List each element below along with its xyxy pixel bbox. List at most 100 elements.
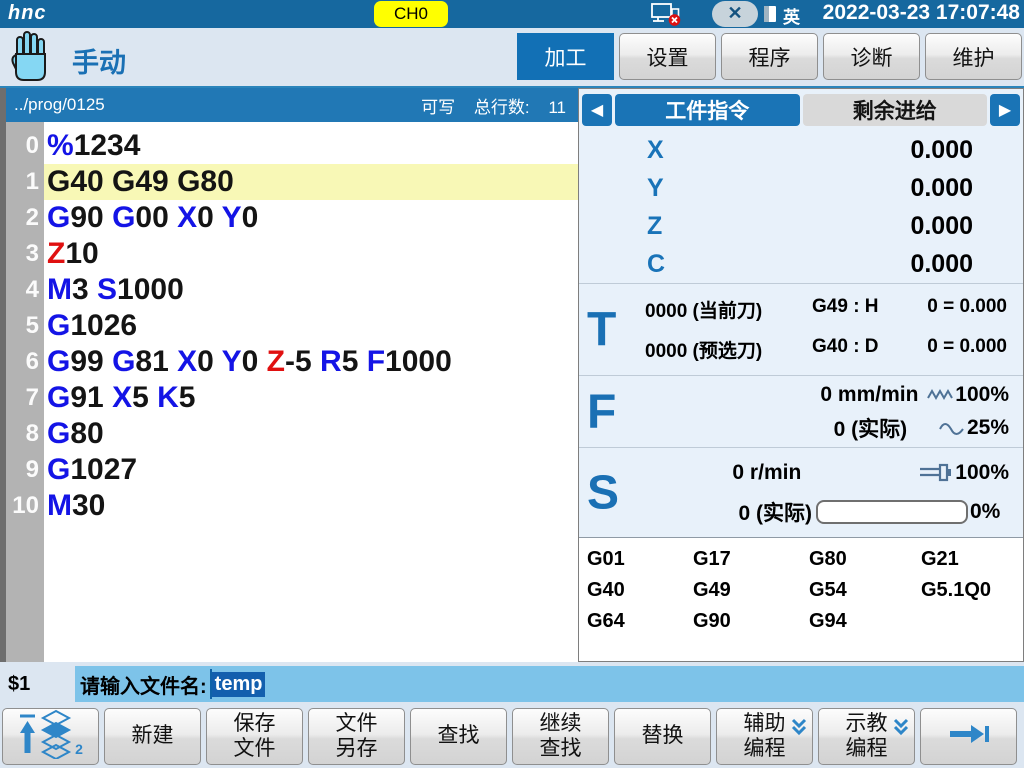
hnc-logo: hnc <box>8 2 47 25</box>
mode-label: 手动 <box>72 41 126 80</box>
code-line[interactable]: 0%1234 <box>44 128 578 164</box>
line-number: 1 <box>6 164 39 200</box>
code-line[interactable]: 7G91 X5 K5 <box>44 380 578 416</box>
code-text: M3 S1000 <box>44 273 184 306</box>
next-page-button[interactable] <box>920 708 1017 765</box>
find-button[interactable]: 查找 <box>410 708 507 765</box>
line-number: 2 <box>6 200 39 236</box>
page-controls-button[interactable]: 2 <box>2 708 99 765</box>
axis-value: 0.000 <box>699 212 1023 241</box>
code-text: G80 <box>44 417 104 450</box>
feed-row-command: 0 mm/min 100% <box>579 380 1023 410</box>
tab-maintenance[interactable]: 维护 <box>925 33 1022 80</box>
code-line[interactable]: 4M3 S1000 <box>44 272 578 308</box>
keyboard-layout-icon <box>763 5 777 28</box>
code-line[interactable]: 2G90 G00 X0 Y0 <box>44 200 578 236</box>
line-number: 4 <box>6 272 39 308</box>
modal-gcode: G21 <box>921 548 1023 579</box>
program-editor: ../prog/0125 可写 总行数: 11 0%12341G40 G49 G… <box>0 88 578 662</box>
new-file-button[interactable]: 新建 <box>104 708 201 765</box>
page-controls-icons: 2 <box>18 709 83 765</box>
axis-label: C <box>579 250 699 279</box>
prev-coords-button[interactable]: ◀ <box>582 94 612 126</box>
code-line[interactable]: 1G40 G49 G80 <box>44 164 578 200</box>
replace-button[interactable]: 替换 <box>614 708 711 765</box>
rapid-override-icon <box>926 387 955 402</box>
save-as-button[interactable]: 文件另存 <box>308 708 405 765</box>
find-label: 查找 <box>438 724 480 749</box>
tab-machining[interactable]: 加工 <box>517 33 614 80</box>
line-number: 3 <box>6 236 39 272</box>
spindle-actual-value: 0 (实际) <box>579 497 812 527</box>
datetime: 2022-03-23 17:07:48 <box>823 1 1020 25</box>
spindle-load-pct: 0% <box>970 500 1000 524</box>
code-text: G1026 <box>44 309 137 342</box>
axis-row-y: Y0.000 <box>579 169 1023 207</box>
modal-gcode: G64 <box>587 610 693 641</box>
spindle-row-actual: 0 (实际) 0% <box>579 497 1023 527</box>
writable-label: 可写 <box>421 98 455 117</box>
feed-override-pct: 25% <box>967 416 1023 440</box>
spindle-override-icon <box>919 462 955 483</box>
code-line[interactable]: 6G99 G81 X0 Y0 Z-5 R5 F1000 <box>44 344 578 380</box>
next-page-icons <box>947 721 991 753</box>
axis-positions: X0.000Y0.000Z0.000C0.000 <box>579 129 1023 283</box>
code-text: G40 G49 G80 <box>44 165 234 198</box>
return-top-icon <box>18 713 37 761</box>
code-text: G99 G81 X0 Y0 Z-5 R5 F1000 <box>44 345 452 378</box>
tool-comp-value: 0 = 0.000 <box>917 296 1023 323</box>
axis-row-z: Z0.000 <box>579 207 1023 245</box>
code-area: 0%12341G40 G49 G802G90 G00 X0 Y03Z104M3 … <box>44 122 578 662</box>
axis-label: X <box>579 136 699 165</box>
modal-gcode: G17 <box>693 548 809 579</box>
tool-comp-value: 0 = 0.000 <box>917 336 1023 363</box>
teach-programming-button[interactable]: 示教编程 <box>818 708 915 765</box>
tool-number: 0000 (预选刀) <box>579 336 812 363</box>
teach-programming-label: 示教编程 <box>846 712 888 762</box>
tab-program[interactable]: 程序 <box>721 33 818 80</box>
status-panel: ◀ 工件指令 剩余进给 ▶ X0.000Y0.000Z0.000C0.000 T… <box>578 88 1024 662</box>
tab-remaining-feed[interactable]: 剩余进给 <box>803 94 988 126</box>
find-next-button[interactable]: 继续查找 <box>512 708 609 765</box>
axis-value: 0.000 <box>699 250 1023 279</box>
input-method-icon[interactable]: ✕ <box>712 1 758 27</box>
line-number: 9 <box>6 452 39 488</box>
tab-settings[interactable]: 设置 <box>619 33 716 80</box>
tool-number: 0000 (当前刀) <box>579 296 812 323</box>
total-lines-label: 总行数: <box>474 98 530 117</box>
filename-input[interactable]: temp <box>210 669 1024 699</box>
code-text: M30 <box>44 489 105 522</box>
code-line[interactable]: 9G1027 <box>44 452 578 488</box>
tab-workpiece-command[interactable]: 工件指令 <box>615 94 800 126</box>
rapid-override-pct: 100% <box>955 383 1023 407</box>
top-status-bar: hnc CH0 ✕ 英 2022-03-23 17:07:48 <box>0 0 1024 28</box>
program-path: ../prog/0125 <box>14 95 105 115</box>
tool-section: T 0000 (当前刀)G49 : H0 = 0.0000000 (预选刀)G4… <box>579 283 1023 375</box>
next-page-icon <box>947 721 991 753</box>
main-tabs: 加工设置程序诊断维护 <box>517 33 1022 80</box>
aux-programming-button[interactable]: 辅助编程 <box>716 708 813 765</box>
new-file-label: 新建 <box>132 724 174 749</box>
next-coords-button[interactable]: ▶ <box>990 94 1020 126</box>
tab-diagnosis[interactable]: 诊断 <box>823 33 920 80</box>
line-number: 5 <box>6 308 39 344</box>
editor-header: ../prog/0125 可写 总行数: 11 <box>6 88 578 122</box>
code-line[interactable]: 5G1026 <box>44 308 578 344</box>
total-lines-count: 11 <box>548 98 566 117</box>
modal-gcode-list: G01G17G80G21G40G49G54G5.1Q0G64G90G94 <box>579 537 1023 661</box>
channel-badge: CH0 <box>374 1 448 27</box>
code-text: Z10 <box>44 237 99 270</box>
feed-command-value: 0 mm/min <box>579 383 918 407</box>
code-line[interactable]: 10M30 <box>44 488 578 524</box>
axis-value: 0.000 <box>699 136 1023 165</box>
code-line[interactable]: 8G80 <box>44 416 578 452</box>
save-file-button[interactable]: 保存文件 <box>206 708 303 765</box>
save-as-label: 文件另存 <box>336 712 378 762</box>
feed-row-actual: 0 (实际) 25% <box>579 413 1023 443</box>
language-indicator: 英 <box>783 3 800 28</box>
modal-gcode: G94 <box>809 610 921 641</box>
modal-gcode: G5.1Q0 <box>921 579 1023 610</box>
axis-label: Z <box>579 212 699 241</box>
axis-row-c: C0.000 <box>579 245 1023 283</box>
code-line[interactable]: 3Z10 <box>44 236 578 272</box>
